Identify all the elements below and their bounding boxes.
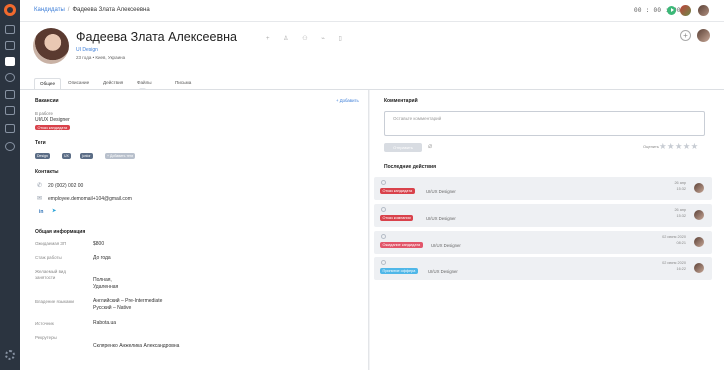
general-info-heading: Общая информация [35, 229, 86, 235]
tag-item[interactable]: Design [35, 153, 50, 159]
phone-icon: ✆ [37, 183, 43, 189]
comment-placeholder: Оставьте комментарий [393, 116, 442, 121]
activity-item[interactable]: Отказ кандидата UI/UX Designer 26 апр 15:… [374, 177, 712, 200]
settings-icon[interactable] [5, 350, 15, 360]
vacancy-status-badge[interactable]: Отказ кандидата [35, 125, 70, 130]
top-bar: Кандидаты / Фадеева Злата Алексеевна 00 : … [20, 0, 724, 22]
info-value: Rabota.ua [93, 320, 117, 326]
notifications-icon[interactable] [680, 5, 691, 16]
activity-date: 02 июня 2020 16:22 [662, 261, 686, 271]
activity-avatar [694, 210, 704, 220]
activity-vacancy: UI/UX Designer [426, 189, 456, 194]
activity-badge: Принятие оффера [380, 268, 418, 274]
info-value: До года [93, 255, 111, 261]
rating-stars[interactable]: ★★★★★ [659, 141, 699, 152]
info-value: Полная, Удаленная [93, 277, 119, 290]
user-avatar[interactable] [698, 5, 709, 16]
left-panel: Вакансии + Добавить В работе UI/UX Desig… [20, 90, 369, 370]
profile-header: Фадеева Злата Алексеевна + ♙ ⚇ ⌁ ▯ UI De… [20, 22, 724, 98]
mail-icon: ✉ [37, 196, 43, 202]
linkedin-icon[interactable]: in [39, 209, 43, 215]
tag-item[interactable]: junior [80, 153, 93, 159]
info-label: Стаж работы [35, 255, 62, 260]
vacancy-status-label: В работе [35, 111, 53, 116]
activity-badge: Отказ компании [380, 215, 414, 221]
clock-icon [381, 260, 386, 265]
candidate-role[interactable]: UI Design [76, 47, 98, 53]
dashboard-icon[interactable] [5, 25, 15, 34]
send-comment-button[interactable]: Отправить [384, 143, 422, 152]
vacancies-heading: Вакансии [35, 98, 59, 104]
add-icon[interactable]: + [680, 30, 691, 41]
add-vacancy-link[interactable]: + Добавить [336, 98, 359, 103]
activity-item[interactable]: Ожидание кандидата UI/UX Designer 02 июн… [374, 231, 712, 254]
sidebar [0, 0, 20, 370]
candidates-icon[interactable] [5, 57, 15, 66]
companies-icon[interactable] [5, 106, 15, 115]
recruiter-link[interactable]: Скляренко Анжелика Александровна [93, 343, 179, 350]
owner-avatar[interactable] [697, 29, 710, 42]
clock-icon [381, 180, 386, 185]
vacancies-icon[interactable] [5, 90, 15, 99]
telegram-icon[interactable]: ➤ [52, 208, 56, 214]
comment-input[interactable]: Оставьте комментарий [384, 111, 705, 136]
info-label: Владение языками [35, 299, 74, 304]
activity-date: 26 апр 15:32 [674, 181, 686, 191]
clock-icon [381, 234, 386, 239]
candidate-photo [33, 28, 69, 64]
help-icon[interactable] [5, 142, 15, 151]
activity-badge: Отказ кандидата [380, 188, 415, 194]
add-tag-button[interactable]: + Добавить теги [105, 153, 136, 159]
breadcrumb-candidates-link[interactable]: Кандидаты [34, 7, 65, 13]
tags-heading: Теги [35, 140, 46, 146]
activity-date: 26 апр 15:32 [674, 208, 686, 218]
phone-number[interactable]: 20 (002) 002 00 [48, 183, 83, 189]
activity-badge: Ожидание кандидата [380, 242, 423, 248]
info-label: Ожидаемая ЗП [35, 241, 67, 246]
vacancy-name[interactable]: UI/UX Designer [35, 117, 70, 123]
info-label: Рекрутеры [35, 335, 57, 340]
recent-actions-heading: Последние действия [384, 164, 437, 170]
info-value: $800 [93, 241, 105, 247]
info-value: Английский – Pre-Intermediate Русский – … [93, 298, 163, 311]
profile-action-icons[interactable]: + ♙ ⚇ ⌁ ▯ [266, 35, 348, 42]
play-timer-button[interactable] [667, 6, 676, 15]
users-icon[interactable] [5, 73, 15, 82]
rate-label: Оценить [643, 144, 659, 149]
clock-icon [381, 207, 386, 212]
breadcrumb: Кандидаты / Фадеева Злата Алексеевна [34, 7, 150, 13]
attach-icon[interactable]: ⌀ [428, 142, 432, 150]
activity-avatar [694, 263, 704, 273]
activity-vacancy: UI/UX Designer [428, 269, 458, 274]
contacts-heading: Контакты [35, 169, 59, 175]
right-panel: Комментарий Оставьте комментарий Отправи… [370, 90, 724, 370]
tag-item[interactable]: UX [62, 153, 71, 159]
logo-icon[interactable] [4, 4, 16, 16]
activity-item[interactable]: Отказ компании UI/UX Designer 26 апр 15:3… [374, 204, 712, 227]
email-address[interactable]: employee.demomail+104@gmail.com [48, 196, 132, 202]
activity-avatar [694, 183, 704, 193]
activity-date: 02 июня 2020 08:21 [662, 235, 686, 245]
activity-vacancy: UI/UX Designer [431, 243, 461, 248]
activity-avatar [694, 237, 704, 247]
comment-heading: Комментарий [384, 98, 418, 104]
activity-item[interactable]: Принятие оффера UI/UX Designer 02 июня 2… [374, 257, 712, 280]
calendar-icon[interactable] [5, 41, 15, 50]
breadcrumb-current: Фадеева Злата Алексеевна [72, 7, 150, 13]
candidate-location: 23 года • Киев, Украина [76, 55, 126, 60]
candidate-name: Фадеева Злата Алексеевна [76, 30, 237, 44]
info-label: Желаемый вид занятости [35, 269, 66, 280]
reports-icon[interactable] [5, 124, 15, 133]
info-label: Источник [35, 321, 54, 326]
activity-vacancy: UI/UX Designer [426, 216, 456, 221]
